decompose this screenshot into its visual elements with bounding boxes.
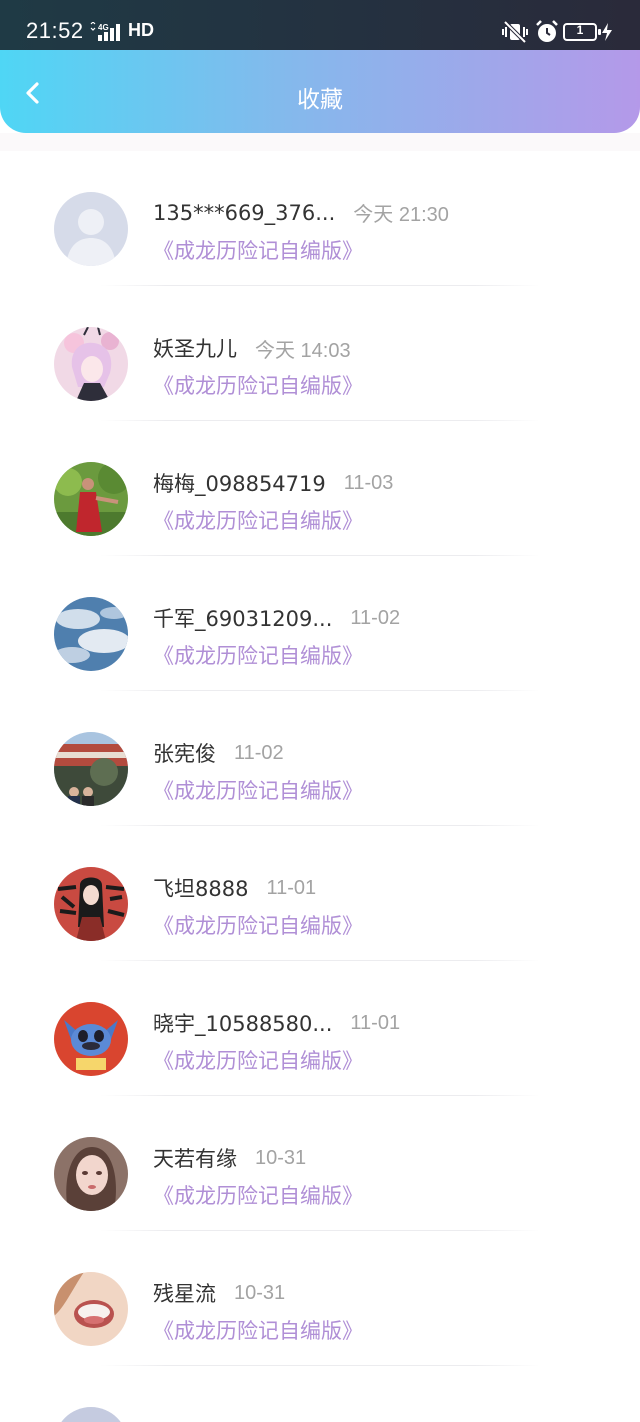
work-title-link[interactable]: 《成龙历险记自编版》 (153, 505, 363, 535)
network-type-label: 4G (98, 23, 109, 32)
user-name: 天若有缘 (153, 1147, 237, 1171)
partial-avatar[interactable] (54, 1407, 128, 1422)
work-title-link[interactable]: 《成龙历险记自编版》 (153, 640, 363, 670)
favorite-item[interactable]: 妖圣九儿 今天 14:03 《成龙历险记自编版》 (0, 286, 640, 421)
work-title-link[interactable]: 《成龙历险记自编版》 (153, 1045, 363, 1075)
favorite-item[interactable]: 135***669_376... 今天 21:30 《成龙历险记自编版》 (0, 151, 640, 286)
favorite-time: 10-31 (255, 1146, 307, 1169)
favorite-item[interactable]: 残星流 10-31 《成龙历险记自编版》 (0, 1231, 640, 1366)
favorite-item[interactable]: 张宪俊 11-02 《成龙历险记自编版》 (0, 691, 640, 826)
work-title-link[interactable]: 《成龙历险记自编版》 (153, 775, 363, 805)
battery-level: 1 (576, 23, 584, 37)
anime-girl-avatar[interactable] (54, 327, 128, 401)
status-time: 21:52 (26, 18, 84, 43)
work-title-link[interactable]: 《成龙历险记自编版》 (153, 1315, 363, 1345)
signal-icon: 4G (90, 22, 120, 41)
favorite-time: 11-01 (266, 876, 317, 899)
default-user-avatar[interactable] (54, 192, 128, 266)
user-name: 梅梅_098854719 (153, 472, 326, 496)
earth-clouds-avatar[interactable] (54, 597, 128, 671)
header-spacer (0, 133, 640, 151)
user-name: 晓宇_10588580... (153, 1012, 333, 1036)
favorite-time: 11-03 (343, 471, 394, 494)
favorite-item[interactable]: 千军_69031209... 11-02 《成龙历险记自编版》 (0, 556, 640, 691)
stitch-cartoon-avatar[interactable] (54, 1002, 128, 1076)
charging-icon (602, 23, 612, 41)
user-name: 千军_69031209... (153, 607, 333, 631)
user-name: 妖圣九儿 (153, 337, 237, 361)
mute-vibrate-icon (502, 20, 528, 44)
palace-photo-avatar[interactable] (54, 732, 128, 806)
user-name: 135***669_376... (153, 200, 336, 225)
calligraphy-girl-avatar[interactable] (54, 867, 128, 941)
closeup-face-avatar[interactable] (54, 1272, 128, 1346)
painted-girl-avatar[interactable] (54, 1137, 128, 1211)
favorite-time: 11-02 (234, 741, 284, 764)
favorite-item-partial[interactable] (0, 1366, 640, 1422)
favorite-time: 11-01 (350, 1011, 401, 1034)
favorite-item[interactable]: 梅梅_098854719 11-03 《成龙历险记自编版》 (0, 421, 640, 556)
battery-icon: 1 (563, 23, 601, 41)
work-title-link[interactable]: 《成龙历险记自编版》 (153, 910, 363, 940)
favorite-time: 今天 14:03 (255, 339, 351, 362)
page-title: 收藏 (297, 87, 343, 113)
favorite-item[interactable]: 晓宇_10588580... 11-01 《成龙历险记自编版》 (0, 961, 640, 1096)
woman-outdoor-photo-avatar[interactable] (54, 462, 128, 536)
alarm-icon (536, 20, 558, 42)
favorite-item[interactable]: 飞坦8888 11-01 《成龙历险记自编版》 (0, 826, 640, 961)
header-bar: 收藏 (0, 50, 640, 133)
user-name: 张宪俊 (153, 742, 216, 766)
work-title-link[interactable]: 《成龙历险记自编版》 (153, 1180, 363, 1210)
favorite-time: 今天 21:30 (353, 204, 449, 226)
favorite-time: 10-31 (234, 1281, 286, 1304)
work-title-link[interactable]: 《成龙历险记自编版》 (153, 235, 363, 265)
work-title-link[interactable]: 《成龙历险记自编版》 (153, 370, 363, 400)
hd-indicator: HD (128, 20, 154, 40)
favorite-item[interactable]: 天若有缘 10-31 《成龙历险记自编版》 (0, 1096, 640, 1231)
user-name: 残星流 (153, 1282, 216, 1306)
user-name: 飞坦8888 (153, 877, 249, 901)
favorites-list: 135***669_376... 今天 21:30 《成龙历险记自编版》 妖圣九儿… (0, 151, 640, 1422)
favorite-time: 11-02 (350, 606, 401, 629)
